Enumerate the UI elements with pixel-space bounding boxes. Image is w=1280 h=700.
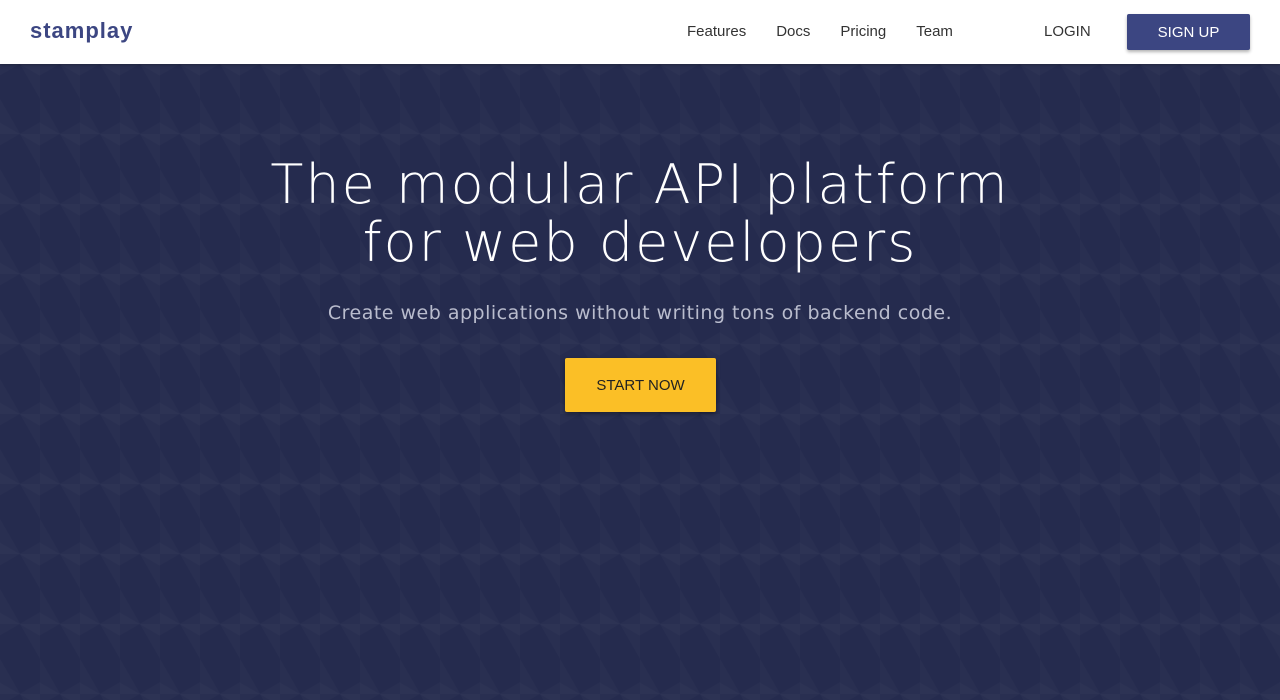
sign-up-button[interactable]: SIGN UP bbox=[1127, 14, 1250, 50]
hero-title-line-2: for web developers bbox=[362, 211, 918, 274]
hero-title-line-1: The modular API platform bbox=[270, 153, 1010, 216]
hero-section: The modular API platform for web develop… bbox=[0, 64, 1280, 700]
start-now-button[interactable]: START NOW bbox=[565, 358, 716, 412]
login-link[interactable]: LOGIN bbox=[1044, 22, 1091, 42]
nav-link-features[interactable]: Features bbox=[687, 22, 746, 42]
nav-link-docs[interactable]: Docs bbox=[776, 22, 810, 42]
hero-subtitle: Create web applications without writing … bbox=[327, 302, 953, 324]
top-navbar: stamplay Features Docs Pricing Team LOGI… bbox=[0, 0, 1280, 64]
stamplay-logo[interactable]: stamplay bbox=[30, 18, 133, 44]
nav-link-team[interactable]: Team bbox=[916, 22, 953, 42]
main-nav: Features Docs Pricing Team bbox=[672, 0, 968, 64]
nav-link-pricing[interactable]: Pricing bbox=[840, 22, 886, 42]
hero-title: The modular API platform for web develop… bbox=[0, 156, 1280, 272]
